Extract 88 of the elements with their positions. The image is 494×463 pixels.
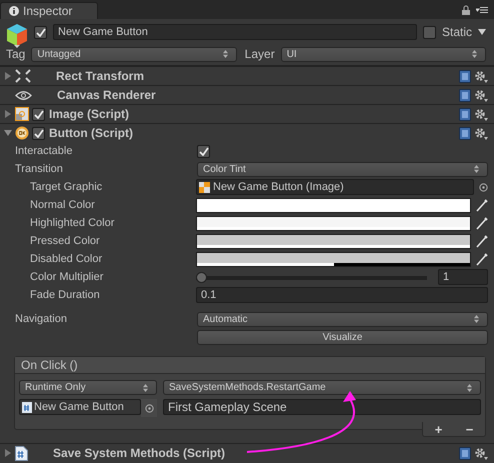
help-icon[interactable] xyxy=(459,108,471,120)
dropdown-arrow-icon[interactable] xyxy=(478,29,486,35)
script-file-icon xyxy=(22,402,32,412)
number-field[interactable]: 0.1 xyxy=(196,287,488,303)
up-down-arrow-icon xyxy=(222,50,228,58)
script-file-icon xyxy=(15,446,28,460)
help-icon[interactable] xyxy=(459,88,471,102)
eyedropper-icon[interactable] xyxy=(476,252,488,266)
active-checkbox[interactable] xyxy=(34,26,47,38)
image-icon xyxy=(199,182,210,192)
component-header[interactable]: Canvas Renderer xyxy=(0,85,494,104)
layer-dropdown[interactable]: UI xyxy=(280,46,486,62)
lock-icon[interactable] xyxy=(462,4,470,14)
remove-button[interactable]: − xyxy=(466,422,474,436)
settings-icon[interactable] xyxy=(474,70,488,82)
up-down-arrow-icon xyxy=(467,384,472,392)
help-icon[interactable] xyxy=(459,446,471,460)
property-label: Target Graphic xyxy=(30,181,102,193)
component-title: Rect Transform xyxy=(55,69,146,83)
eyedropper-icon[interactable] xyxy=(476,198,488,212)
info-icon xyxy=(9,6,19,16)
static-checkbox[interactable] xyxy=(422,26,436,38)
object-field[interactable]: New Game Button (Image) xyxy=(196,179,474,195)
property-label: Pressed Color xyxy=(30,235,100,247)
foldout-arrow-icon[interactable] xyxy=(4,129,12,137)
enabled-checkbox[interactable] xyxy=(32,126,45,140)
component-title: Save System Methods (Script) xyxy=(52,446,226,460)
up-down-arrow-icon xyxy=(472,50,478,58)
image-icon xyxy=(15,107,29,121)
help-icon[interactable] xyxy=(459,70,471,82)
runtime-dropdown[interactable]: Runtime Only xyxy=(19,380,157,395)
property-label: Color Multiplier xyxy=(30,271,104,283)
up-down-arrow-icon xyxy=(474,165,479,173)
property-label: Transition xyxy=(15,163,63,175)
enabled-checkbox[interactable] xyxy=(32,108,45,120)
function-dropdown[interactable]: SaveSystemMethods.RestartGame xyxy=(163,380,481,395)
color-swatch[interactable] xyxy=(196,216,471,230)
property-label: Disabled Color xyxy=(30,253,102,265)
ok-button-icon xyxy=(15,126,29,140)
object-picker-icon[interactable] xyxy=(144,404,154,412)
up-down-arrow-icon xyxy=(143,384,148,392)
add-button[interactable]: + xyxy=(434,422,442,436)
eyedropper-icon[interactable] xyxy=(476,234,488,248)
foldout-arrow-icon[interactable] xyxy=(4,110,12,118)
help-icon[interactable] xyxy=(459,126,471,140)
event-title: On Click () xyxy=(21,358,78,372)
property-label: Highlighted Color xyxy=(30,217,114,229)
color-swatch[interactable] xyxy=(196,198,471,212)
settings-icon[interactable] xyxy=(474,126,488,140)
settings-icon[interactable] xyxy=(474,108,488,120)
property-label: Navigation xyxy=(15,313,67,325)
tag-dropdown[interactable]: Untagged xyxy=(31,46,237,62)
slider-thumb[interactable] xyxy=(196,272,207,282)
property-label: Fade Duration xyxy=(30,289,100,301)
settings-icon[interactable] xyxy=(474,88,488,102)
component-header[interactable]: Save System Methods (Script) xyxy=(0,443,494,462)
settings-icon[interactable] xyxy=(474,446,488,460)
inspector-tab[interactable]: Inspector xyxy=(0,2,98,19)
object-picker-icon[interactable] xyxy=(479,182,488,192)
dropdown[interactable]: Automatic xyxy=(197,312,488,326)
number-field[interactable]: 1 xyxy=(438,269,488,285)
component-header[interactable]: Image (Script) xyxy=(0,104,494,123)
name-field[interactable]: New Game Button xyxy=(53,24,417,40)
foldout-arrow-icon[interactable] xyxy=(4,72,12,80)
eyedropper-icon[interactable] xyxy=(476,216,488,230)
color-swatch[interactable] xyxy=(196,252,471,266)
argument-field[interactable]: First Gameplay Scene xyxy=(163,399,481,415)
dropdown[interactable]: Color Tint xyxy=(197,162,488,176)
component-title: Canvas Renderer xyxy=(56,88,157,102)
tag-label: Tag xyxy=(6,47,26,61)
object-field[interactable]: New Game Button xyxy=(19,399,141,415)
static-label: Static xyxy=(442,25,472,39)
property-label: Interactable xyxy=(15,145,72,157)
eye-icon xyxy=(15,90,32,100)
layer-label: Layer xyxy=(244,47,275,61)
component-title: Image (Script) xyxy=(48,107,130,121)
up-down-arrow-icon xyxy=(474,315,479,323)
interactable-checkbox[interactable] xyxy=(197,144,210,158)
rect-transform-icon xyxy=(15,69,31,83)
menu-icon[interactable] xyxy=(476,6,488,14)
color-swatch[interactable] xyxy=(196,234,471,248)
visualize-button[interactable]: Visualize xyxy=(197,330,488,344)
foldout-arrow-icon[interactable] xyxy=(4,449,12,457)
property-label: Normal Color xyxy=(30,199,95,211)
game-object-cube-icon xyxy=(6,23,28,49)
component-title: Button (Script) xyxy=(48,126,134,140)
component-header[interactable]: Button (Script) xyxy=(0,123,494,142)
component-header[interactable]: Rect Transform xyxy=(0,66,494,85)
